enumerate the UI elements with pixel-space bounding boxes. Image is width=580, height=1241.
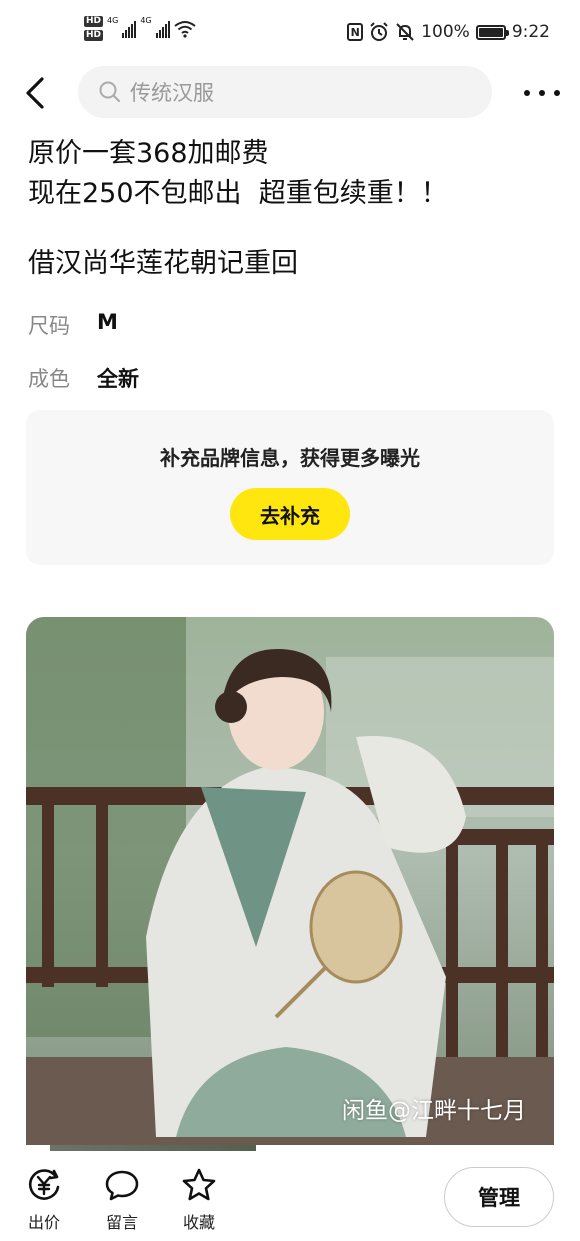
- battery-icon: [475, 24, 509, 40]
- more-options-button[interactable]: [524, 80, 560, 106]
- network-type-sim2: 4G: [140, 16, 152, 25]
- hd-badge-sim1: HD: [84, 16, 104, 27]
- offer-price-button[interactable]: 出价: [26, 1167, 62, 1233]
- back-arrow-icon: [26, 77, 44, 109]
- wifi-icon: [173, 20, 196, 38]
- hanfu-photo-image: [26, 617, 554, 1145]
- mute-bell-icon: [396, 23, 414, 41]
- attribute-value: 全新: [97, 367, 139, 391]
- alarm-icon: [370, 22, 388, 41]
- comment-button[interactable]: 留言: [104, 1167, 140, 1233]
- network-indicators: HD HD 4G 4G: [84, 16, 196, 41]
- action-label: 留言: [105, 1213, 138, 1232]
- favorite-button[interactable]: 收藏: [181, 1167, 217, 1233]
- attribute-key: 成色: [28, 367, 70, 391]
- header: 传统汉服: [0, 66, 580, 120]
- attribute-value: M: [97, 310, 118, 334]
- network-type-sim1: 4G: [107, 16, 119, 25]
- star-icon: [182, 1168, 216, 1201]
- add-brand-info-button[interactable]: 去补充: [230, 488, 350, 540]
- attribute-condition: 成色 全新: [28, 363, 139, 393]
- system-indicators: N 100% 9:22: [347, 22, 550, 42]
- clock: 9:22: [511, 22, 550, 42]
- nfc-icon: N: [347, 23, 364, 41]
- action-label: 收藏: [182, 1213, 215, 1232]
- item-description: 原价一套368加邮费 现在250不包邮出 超重包续重！！ 借汉尚华莲花朝记重回: [28, 134, 448, 284]
- description-line: 现在250不包邮出 超重包续重！！: [28, 178, 448, 209]
- search-placeholder: 传统汉服: [130, 81, 214, 105]
- dot-icon: [539, 90, 545, 96]
- bottom-action-bar: 出价 留言 收藏 管理: [0, 1151, 580, 1241]
- attribute-size: 尺码 M: [28, 310, 118, 340]
- attribute-key: 尺码: [28, 314, 70, 338]
- chat-bubble-icon: [105, 1170, 139, 1201]
- brand-info-card: 补充品牌信息，获得更多曝光 去补充: [26, 410, 554, 565]
- back-button[interactable]: [22, 76, 52, 110]
- battery-percent: 100%: [421, 22, 470, 42]
- description-line: 原价一套368加邮费: [28, 138, 269, 169]
- dot-icon: [524, 90, 530, 96]
- manage-button[interactable]: 管理: [444, 1167, 554, 1227]
- watermark: 闲鱼@江畔十七月: [342, 1098, 526, 1124]
- battery-fill: [478, 27, 503, 37]
- search-bar[interactable]: 传统汉服: [78, 66, 492, 118]
- status-bar: HD HD 4G 4G N 100% 9:22: [0, 0, 580, 66]
- signal-icon: [155, 20, 170, 38]
- yuan-price-icon: [28, 1169, 60, 1200]
- search-icon: [99, 81, 120, 102]
- hd-badge-sim2: HD: [84, 30, 104, 41]
- brand-info-prompt: 补充品牌信息，获得更多曝光: [160, 446, 420, 470]
- dot-icon: [554, 90, 560, 96]
- action-label: 出价: [27, 1213, 60, 1232]
- description-line: 借汉尚华莲花朝记重回: [28, 248, 298, 279]
- product-photo[interactable]: 闲鱼@江畔十七月: [26, 617, 554, 1145]
- signal-icon: [122, 20, 137, 38]
